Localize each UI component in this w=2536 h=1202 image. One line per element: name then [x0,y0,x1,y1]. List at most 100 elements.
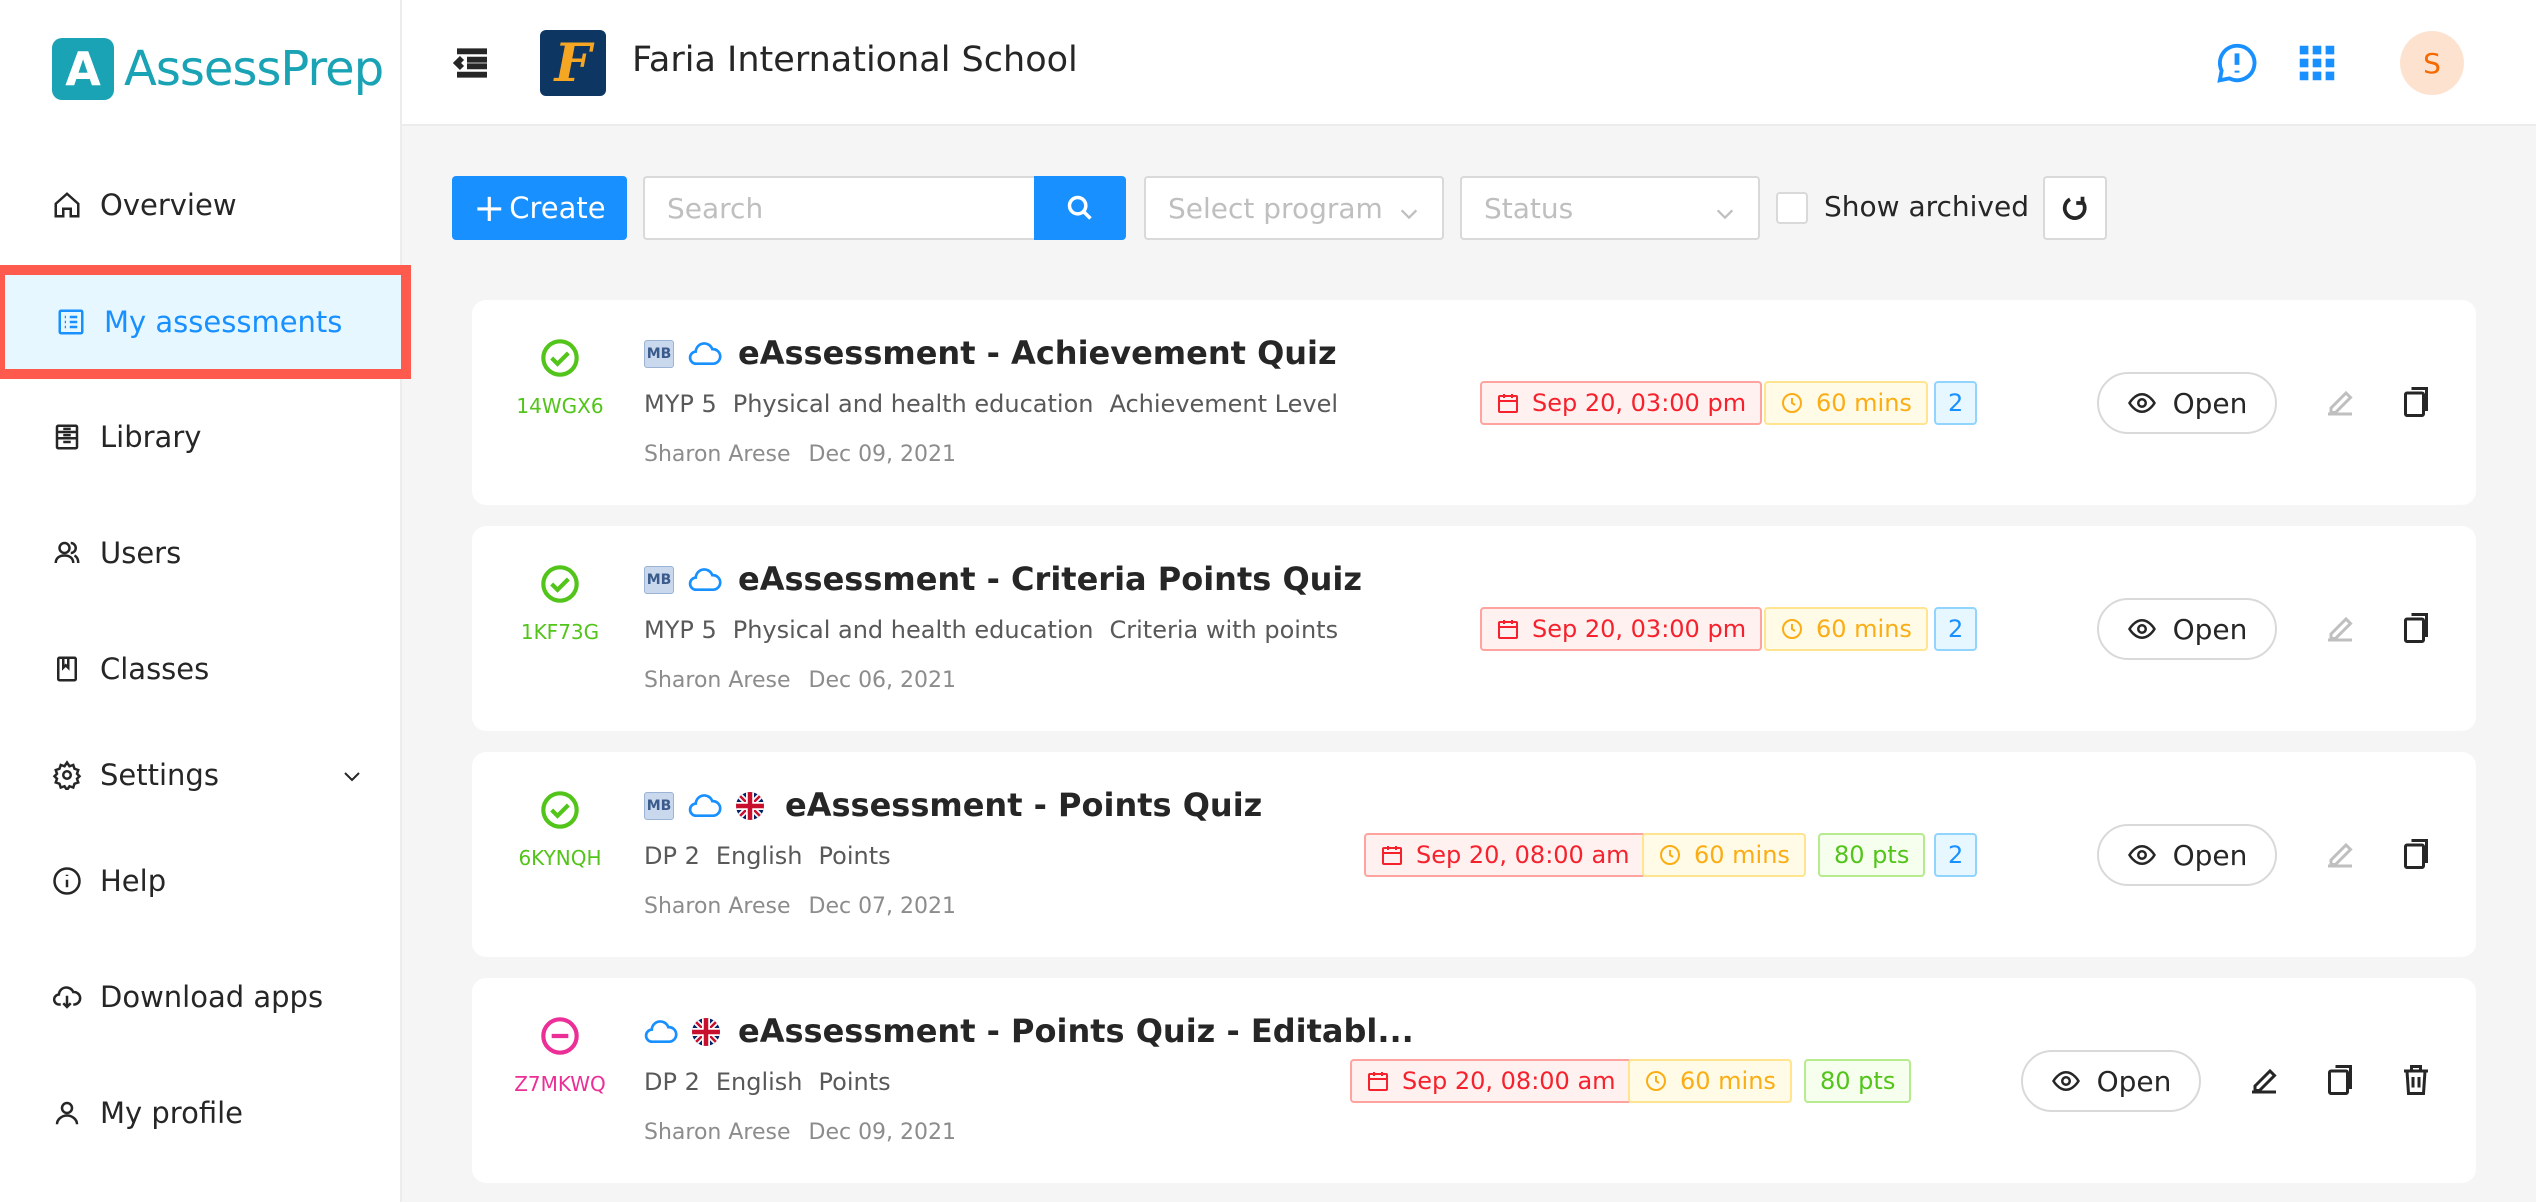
avatar[interactable]: S [2400,31,2464,95]
edit-icon[interactable] [2246,1062,2282,1098]
cloud-download-icon [52,982,82,1012]
sidebar-item-library[interactable]: Library [0,389,400,485]
refresh-button[interactable] [2043,176,2107,240]
mb-badge: MB [644,792,674,820]
assessment-created: Dec 06, 2021 [808,668,957,693]
assessment-created: Dec 07, 2021 [808,894,957,919]
feedback-icon[interactable] [2214,40,2260,86]
assessment-grading: Points [818,1068,891,1096]
create-button[interactable]: + Create [452,176,627,240]
count-tag: 2 [1934,833,1978,877]
duplicate-icon[interactable] [2398,610,2434,646]
sidebar-item-label: Classes [100,652,210,686]
date-tag: Sep 20, 03:00 pm [1480,381,1763,425]
open-button[interactable]: Open [2097,824,2277,886]
sidebar-item-classes[interactable]: Classes [0,621,400,717]
chevron-down-icon [1398,199,1420,221]
duration-tag-label: 60 mins [1694,841,1790,869]
chevron-down-icon [1714,199,1736,221]
assessment-grading: Points [818,842,891,870]
eye-icon [2051,1070,2080,1092]
count-tag: 2 [1934,607,1978,651]
search-icon [1067,195,1092,220]
assessment-code: Z7MKWQ [514,1072,606,1096]
app-logo[interactable]: A AssessPrep [52,38,384,100]
duplicate-icon[interactable] [2322,1062,2358,1098]
apps-grid-icon[interactable] [2294,40,2340,86]
open-button[interactable]: Open [2097,372,2277,434]
sidebar-item-my-assessments[interactable]: My assessments [0,265,411,379]
assessment-grading: Criteria with points [1109,616,1339,644]
sidebar-item-download-apps[interactable]: Download apps [0,949,400,1045]
create-label: Create [509,191,606,225]
published-check-icon [540,790,580,830]
assessment-title[interactable]: eAssessment - Criteria Points Quiz [738,560,1362,598]
user-icon [52,1098,82,1128]
plus-icon: + [473,186,506,230]
clock-icon [1782,393,1802,413]
assessment-author-info: Sharon Arese Dec 09, 2021 [644,1120,974,1145]
show-archived-checkbox[interactable] [1776,192,1808,224]
assessment-author: Sharon Arese [644,442,791,467]
assessment-meta-icons [644,1016,734,1048]
date-tag-label: Sep 20, 03:00 pm [1532,615,1747,643]
calendar-icon [1498,620,1518,639]
duplicate-icon[interactable] [2398,836,2434,872]
sidebar-item-label: My profile [100,1096,244,1130]
sidebar-item-help[interactable]: Help [0,833,400,929]
duration-tag: 60 mins [1628,1059,1792,1103]
assessment-subject: English [715,842,803,870]
assessment-subject: Physical and health education [732,390,1094,418]
assessment-author-info: Sharon Arese Dec 09, 2021 [644,442,974,467]
users-icon [52,538,82,568]
points-tag: 80 pts [1804,1059,1912,1103]
date-tag-label: Sep 20, 08:00 am [1402,1067,1616,1095]
chevron-down-icon [340,761,364,795]
sidebar-item-users[interactable]: Users [0,505,400,601]
sidebar-item-label: Overview [100,188,237,222]
logo-mark: A [52,38,114,100]
assessment-title[interactable]: eAssessment - Achievement Quiz [738,334,1337,372]
assessment-details: MYP 5 Physical and health education Criter… [644,616,1354,644]
delete-icon[interactable] [2398,1062,2434,1098]
uk-flag-icon [692,1018,720,1046]
menu-collapse-icon[interactable] [452,43,492,83]
cloud-icon [688,566,722,594]
program-select-placeholder: Select program [1168,191,1383,225]
duplicate-icon[interactable] [2398,384,2434,420]
assessment-meta-icons: MB [644,790,778,822]
program-select[interactable]: Select program [1144,176,1444,240]
list-icon [56,307,86,337]
sidebar-item-label: Users [100,536,182,570]
assessment-grade: DP 2 [644,1068,700,1096]
assessment-card[interactable]: 6KYNQH MB eAssessment - Points Quiz DP 2… [472,752,2476,957]
assessment-title[interactable]: eAssessment - Points Quiz [785,786,1262,824]
assessment-card[interactable]: 14WGX6 MB eAssessment - Achievement Quiz… [472,300,2476,505]
sidebar-item-overview[interactable]: Overview [0,157,400,253]
school-name: Faria International School [632,40,1078,80]
assessment-title[interactable]: eAssessment - Points Quiz - Editabl... [738,1012,1414,1050]
duration-tag: 60 mins [1642,833,1806,877]
duration-tag: 60 mins [1764,381,1928,425]
calendar-icon [1382,846,1402,865]
show-archived-label[interactable]: Show archived [1824,190,2029,223]
assessment-created: Dec 09, 2021 [808,442,957,467]
sidebar-item-my-profile[interactable]: My profile [0,1065,400,1161]
book-icon [52,654,82,684]
assessment-author: Sharon Arese [644,668,791,693]
assessment-grade: DP 2 [644,842,700,870]
eye-icon [2127,618,2156,640]
assessment-card[interactable]: 1KF73G MB eAssessment - Criteria Points … [472,526,2476,731]
assessment-card[interactable]: Z7MKWQ eAssessment - Points Quiz - Edita… [472,978,2476,1183]
published-check-icon [540,338,580,378]
open-button[interactable]: Open [2021,1050,2201,1112]
sidebar-item-settings[interactable]: Settings [0,727,400,823]
date-tag: Sep 20, 08:00 am [1364,833,1646,877]
status-select[interactable]: Status [1460,176,1760,240]
assessment-meta-icons: MB [644,564,736,596]
assessment-meta-icons: MB [644,338,736,370]
search-input[interactable]: Search [643,176,1035,240]
assessment-code: 14WGX6 [516,394,604,418]
open-button[interactable]: Open [2097,598,2277,660]
search-button[interactable] [1034,176,1126,240]
